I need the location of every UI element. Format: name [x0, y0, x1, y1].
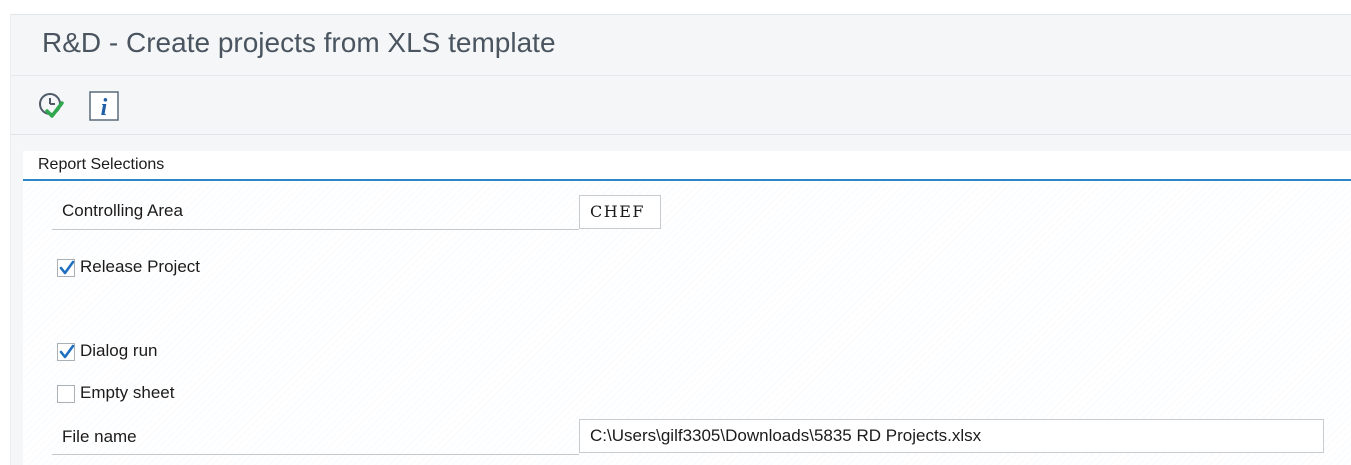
page-title: R&D - Create projects from XLS template [42, 27, 556, 58]
execute-clock-check-icon [35, 89, 69, 123]
section-header: Report Selections [23, 151, 1351, 181]
file-name-input[interactable]: C:\Users\gilf3305\Downloads\5835 RD Proj… [579, 419, 1324, 453]
svg-text:i: i [101, 95, 108, 121]
checkmark-icon [59, 260, 75, 275]
controlling-area-label: Controlling Area [62, 201, 183, 220]
label-underline [52, 229, 579, 230]
release-project-label: Release Project [80, 257, 201, 276]
application-toolbar: i [11, 75, 1351, 135]
controlling-area-input[interactable]: CHEF [579, 195, 661, 229]
dialog-run-checkbox[interactable] [57, 343, 75, 361]
info-button[interactable]: i [87, 89, 121, 123]
dialog-run-label: Dialog run [80, 341, 158, 360]
empty-sheet-checkbox[interactable] [57, 385, 75, 403]
checkmark-icon [59, 344, 75, 359]
title-bar: R&D - Create projects from XLS template [11, 15, 1351, 73]
execute-button[interactable] [35, 89, 69, 123]
file-name-label: File name [62, 427, 137, 446]
info-icon: i [87, 89, 121, 123]
label-underline [52, 454, 579, 455]
application-window: R&D - Create projects from XLS template … [10, 14, 1351, 465]
report-selections-panel: Report Selections Controlling Area CHEF … [23, 151, 1351, 465]
section-title: Report Selections [38, 156, 165, 173]
empty-sheet-label: Empty sheet [80, 383, 175, 402]
release-project-checkbox[interactable] [57, 259, 75, 277]
